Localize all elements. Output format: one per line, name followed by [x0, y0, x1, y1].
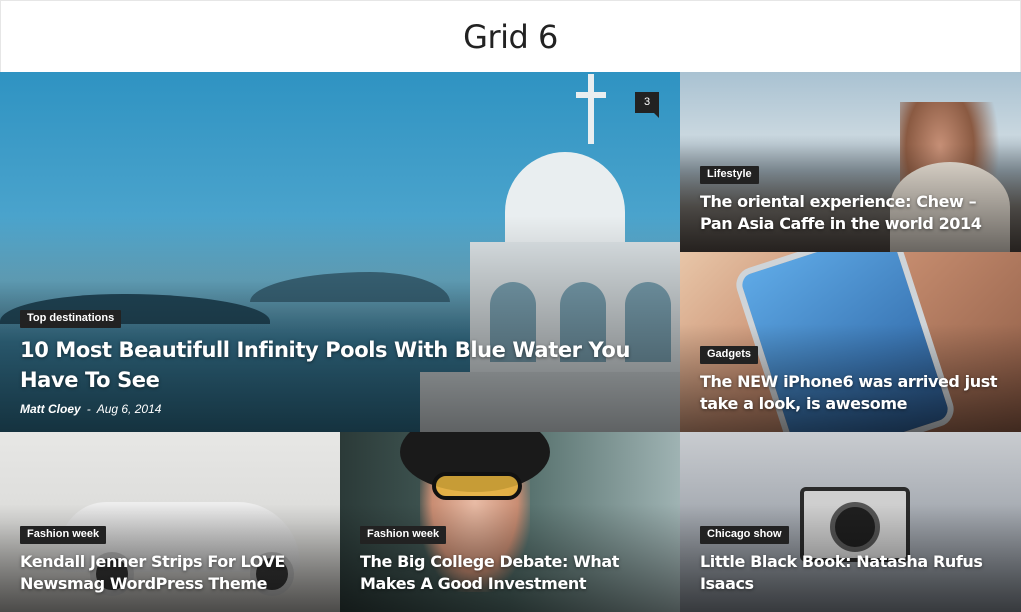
post-title[interactable]: Kendall Jenner Strips For LOVE Newsmag W…: [20, 551, 320, 595]
post-tile[interactable]: Chicago show Little Black Book: Natasha …: [680, 432, 1021, 612]
post-tile[interactable]: Lifestyle The oriental experience: Chew …: [680, 72, 1021, 252]
post-tile[interactable]: Fashion week The Big College Debate: Wha…: [340, 432, 680, 612]
category-badge[interactable]: Chicago show: [700, 526, 789, 544]
post-info: Lifestyle The oriental experience: Chew …: [700, 164, 1001, 235]
comment-count-badge[interactable]: 3: [635, 92, 659, 118]
post-title[interactable]: The oriental experience: Chew – Pan Asia…: [700, 191, 1001, 235]
post-date: Aug 6, 2014: [96, 402, 162, 416]
category-badge[interactable]: Top destinations: [20, 310, 122, 328]
category-badge[interactable]: Gadgets: [700, 346, 759, 364]
post-info: Fashion week Kendall Jenner Strips For L…: [20, 524, 320, 595]
category-badge[interactable]: Lifestyle: [700, 166, 759, 184]
category-badge[interactable]: Fashion week: [360, 526, 447, 544]
post-info: Fashion week The Big College Debate: Wha…: [360, 524, 660, 595]
featured-post-tile[interactable]: 3 Top destinations 10 Most Beautifull In…: [0, 72, 680, 432]
post-author[interactable]: Matt Cloey: [20, 402, 81, 416]
post-title[interactable]: 10 Most Beautifull Infinity Pools With B…: [20, 335, 660, 395]
category-badge[interactable]: Fashion week: [20, 526, 107, 544]
post-info: Chicago show Little Black Book: Natasha …: [700, 524, 1001, 595]
block-title: Grid 6: [463, 17, 558, 56]
post-title[interactable]: Little Black Book: Natasha Rufus Isaacs: [700, 551, 1001, 595]
post-info: Top destinations 10 Most Beautifull Infi…: [20, 308, 660, 416]
block-header: Grid 6: [0, 0, 1021, 72]
post-title[interactable]: The Big College Debate: What Makes A Goo…: [360, 551, 660, 595]
post-meta: Matt Cloey - Aug 6, 2014: [20, 402, 660, 416]
post-info: Gadgets The NEW iPhone6 was arrived just…: [700, 344, 1001, 415]
meta-separator: -: [86, 402, 91, 416]
post-tile[interactable]: Gadgets The NEW iPhone6 was arrived just…: [680, 252, 1021, 432]
post-tile[interactable]: Fashion week Kendall Jenner Strips For L…: [0, 432, 340, 612]
post-title[interactable]: The NEW iPhone6 was arrived just take a …: [700, 371, 1001, 415]
